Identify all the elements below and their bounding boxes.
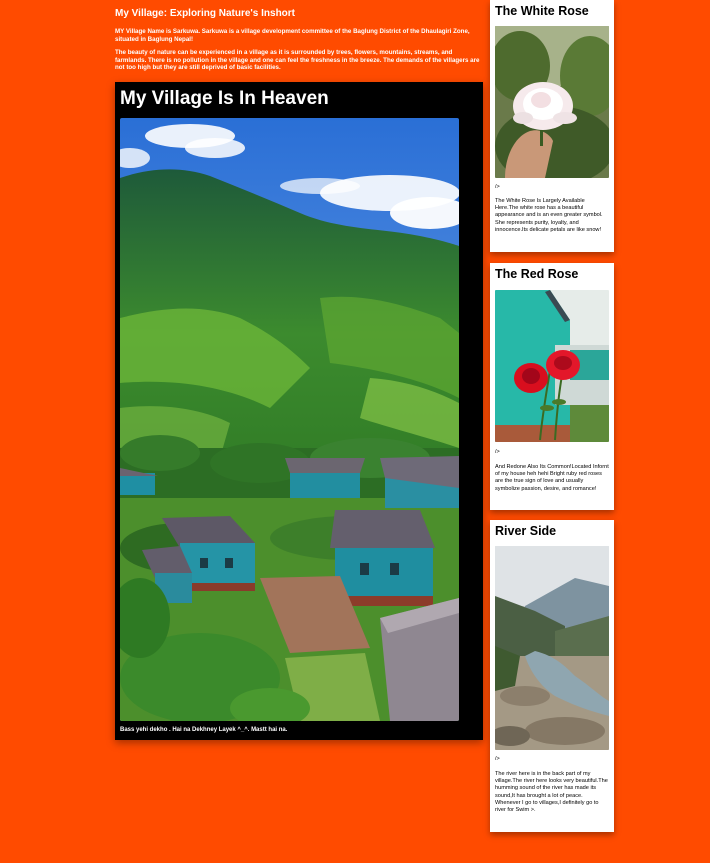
intro-paragraph-1: MY Village Name is Sarkuwa. Sarkuwa is a…: [115, 28, 470, 43]
heaven-title: My Village Is In Heaven: [120, 88, 329, 109]
card-marker: />: [495, 184, 500, 190]
heaven-caption: Bass yehi dekho . Hai na Dekhney Layek ^…: [120, 727, 288, 733]
river-photo: [495, 546, 609, 750]
main-column: My Village: Exploring Nature's Inshort M…: [115, 0, 483, 740]
card-text: The White Rose Is Largely Available Here…: [495, 198, 603, 233]
heaven-card: My Village Is In Heaven Bass yehi dekho …: [115, 82, 483, 740]
card-marker: />: [495, 449, 500, 455]
card-river-side: River Side /> The river here is in the b…: [490, 520, 614, 832]
intro-paragraph-2: The beauty of nature can be experienced …: [115, 49, 480, 71]
card-text: The river here is in the back part of my…: [495, 771, 608, 814]
card-white-rose: The White Rose /> The White Rose Is Larg…: [490, 0, 614, 252]
card-title: River Side: [495, 524, 557, 538]
intro-title: My Village: Exploring Nature's Inshort: [115, 8, 296, 19]
red-rose-photo: [495, 290, 609, 442]
card-text: And Redone Also Its Common!Located Infor…: [495, 464, 609, 492]
card-title: The White Rose: [495, 4, 589, 18]
white-rose-photo: [495, 26, 609, 178]
card-marker: />: [495, 756, 500, 762]
village-photo: [120, 118, 459, 721]
card-title: The Red Rose: [495, 267, 579, 281]
page: My Village: Exploring Nature's Inshort M…: [0, 0, 710, 863]
card-red-rose: The Red Rose /> And Redone Also Its Comm…: [490, 263, 614, 510]
